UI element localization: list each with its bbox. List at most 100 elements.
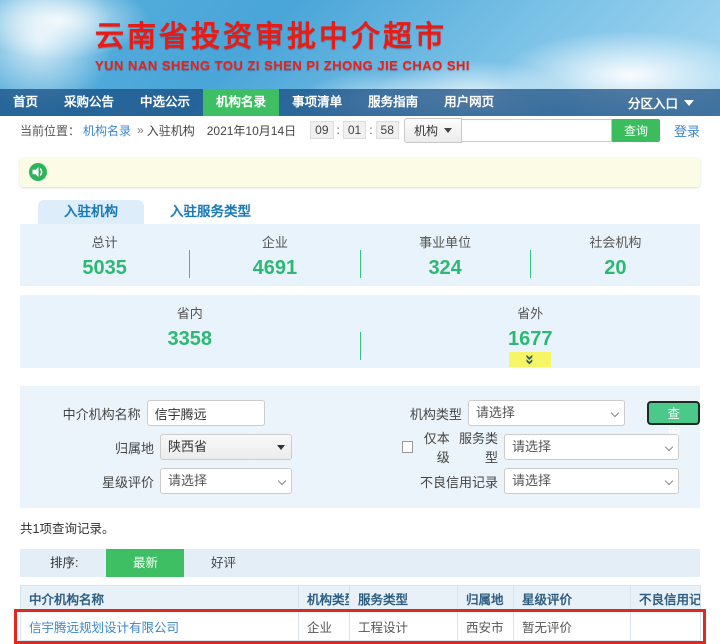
chevron-down-icon xyxy=(277,476,287,486)
chevron-down-icon xyxy=(684,99,694,106)
nav-item-item-list[interactable]: 事项清单 xyxy=(279,89,355,116)
table-row: 信宇腾远规划设计有限公司 企业 工程设计 西安市 暂无评价 xyxy=(20,611,701,641)
filter-row-1: 中介机构名称 机构类型 请选择 查询 xyxy=(20,396,700,440)
site-title: 云南省投资审批中介超市 xyxy=(95,21,448,53)
results-table-wrap: 中介机构名称 机构类型 服务类型 归属地 星级评价 不良信用记录 信宇腾远规划设… xyxy=(14,585,706,644)
results-table: 中介机构名称 机构类型 服务类型 归属地 星级评价 不良信用记录 信宇腾远规划设… xyxy=(20,585,701,641)
chevron-down-icon xyxy=(443,127,452,133)
masthead: 云南省投资审批中介超市 YUN NAN SHENG TOU ZI SHEN PI… xyxy=(0,0,720,73)
filter-query-button[interactable]: 查询 xyxy=(647,401,700,440)
stat-label: 省外 xyxy=(517,306,544,321)
sort-bar: 排序: 最新 好评 xyxy=(20,549,700,577)
nav-item-service-guide[interactable]: 服务指南 xyxy=(355,89,431,116)
stat-value: 5035 xyxy=(82,257,127,279)
zone-entry-label: 分区入口 xyxy=(627,97,678,111)
search-category-dropdown[interactable]: 机构 xyxy=(403,117,462,143)
region-label: 归属地 xyxy=(114,440,154,456)
cell-credit-record xyxy=(630,611,701,641)
clock-hours: 09 xyxy=(310,121,334,139)
service-type-label: 服务类型 xyxy=(458,431,498,465)
only-local-checkbox[interactable] xyxy=(401,441,413,453)
nav-item-home[interactable]: 首页 xyxy=(0,89,51,116)
stats-tabs: 入驻机构 入驻服务类型 xyxy=(20,200,700,224)
service-type-label-group: 仅本级 服务类型 xyxy=(401,428,504,466)
stat-label: 省内 xyxy=(176,306,203,321)
cell-region: 西安市 xyxy=(457,611,514,641)
col-header-region: 归属地 xyxy=(457,585,514,612)
org-type-label: 机构类型 xyxy=(409,406,462,422)
top-search-input[interactable] xyxy=(461,118,612,142)
stat-label: 社会机构 xyxy=(589,235,642,250)
breadcrumb-prefix: 当前位置： xyxy=(20,123,81,138)
filter-row-2: 归属地 陕西省 仅本级 服务类型 请选择 xyxy=(20,428,700,466)
region-select[interactable]: 陕西省 xyxy=(160,434,292,460)
speaker-icon[interactable] xyxy=(28,162,48,182)
clock-seconds: 58 xyxy=(375,121,399,139)
stat-value: 20 xyxy=(604,257,627,279)
stat-value: 4691 xyxy=(252,257,298,279)
org-link[interactable]: 信宇腾远规划设计有限公司 xyxy=(29,621,179,635)
stats-panel-primary: 总计 5035 企业 4691 事业单位 324 社会机构 20 xyxy=(20,224,700,286)
sort-option-newest[interactable]: 最新 xyxy=(106,549,185,577)
star-rating-select[interactable]: 请选择 xyxy=(160,468,292,494)
only-local-label: 仅本级 xyxy=(423,431,450,465)
stat-enterprise: 企业 4691 xyxy=(190,224,359,286)
org-name-label: 中介机构名称 xyxy=(62,406,141,422)
nav-item-selection-publicity[interactable]: 中选公示 xyxy=(127,89,203,116)
col-header-star-rating: 星级评价 xyxy=(513,585,631,612)
breadcrumb-current: 入驻机构 xyxy=(146,123,195,138)
site-subtitle: YUN NAN SHENG TOU ZI SHEN PI ZHONG JIE C… xyxy=(95,58,471,73)
announcement-bar xyxy=(20,157,700,187)
filter-panel: 中介机构名称 机构类型 请选择 查询 归属地 陕西省 xyxy=(20,386,700,508)
clock-minutes: 01 xyxy=(342,121,367,139)
main-nav: 首页 采购公告 中选公示 机构名录 事项清单 服务指南 用户网页 分区入口 xyxy=(0,89,720,116)
org-name-input[interactable] xyxy=(146,400,266,426)
tab-registered-service-types[interactable]: 入驻服务类型 xyxy=(144,200,277,224)
breadcrumb-separator: » xyxy=(137,123,144,137)
service-type-select[interactable]: 请选择 xyxy=(504,434,679,460)
stat-label: 总计 xyxy=(91,235,118,250)
col-header-org-type: 机构类型 xyxy=(298,585,350,612)
search-category-label: 机构 xyxy=(413,123,438,138)
expand-toggle[interactable] xyxy=(509,352,551,367)
stats-panel-region: 省内 3358 省外 1677 xyxy=(20,295,700,368)
star-rating-label: 星级评价 xyxy=(101,474,154,490)
breadcrumb-row: 当前位置： 机构名录 » 入驻机构 2021年10月14日 09 : 01 : … xyxy=(0,116,720,144)
service-type-value: 请选择 xyxy=(512,439,552,454)
tab-registered-orgs[interactable]: 入驻机构 xyxy=(38,200,144,224)
login-link[interactable]: 登录 xyxy=(674,121,700,140)
page: 云南省投资审批中介超市 YUN NAN SHENG TOU ZI SHEN PI… xyxy=(0,0,720,644)
content: 入驻机构 入驻服务类型 总计 5035 企业 4691 事业单位 324 社会机… xyxy=(0,157,720,644)
nav-item-procurement-notice[interactable]: 采购公告 xyxy=(51,89,127,116)
col-header-credit-record: 不良信用记录 xyxy=(630,585,701,612)
sort-option-best-rated[interactable]: 好评 xyxy=(184,549,262,577)
stat-in-province: 省内 3358 xyxy=(20,295,360,368)
credit-record-label: 不良信用记录 xyxy=(419,474,498,490)
cell-service-type: 工程设计 xyxy=(349,611,458,641)
col-header-service-type: 服务类型 xyxy=(349,585,458,612)
stat-value: 1677 xyxy=(508,328,553,350)
breadcrumb-link-directory[interactable]: 机构名录 xyxy=(83,122,131,139)
star-rating-value: 请选择 xyxy=(168,473,208,488)
region-value: 陕西省 xyxy=(168,439,208,454)
chevron-down-icon xyxy=(664,476,674,486)
stat-total: 总计 5035 xyxy=(20,224,189,286)
clock-colon: : xyxy=(336,123,340,137)
cell-org-type: 企业 xyxy=(298,611,350,641)
chevron-down-icon xyxy=(277,445,285,450)
top-search-query-button[interactable]: 查询 xyxy=(611,118,660,142)
current-date: 2021年10月14日 xyxy=(206,123,297,138)
result-count: 共1项查询记录。 xyxy=(20,522,115,536)
credit-record-select[interactable]: 请选择 xyxy=(504,468,679,494)
nav-item-org-directory[interactable]: 机构名录 xyxy=(203,89,280,116)
org-type-value: 请选择 xyxy=(475,405,515,420)
org-type-select[interactable]: 请选择 xyxy=(467,400,626,426)
filter-row-3: 星级评价 请选择 不良信用记录 请选择 xyxy=(20,464,700,498)
stat-value: 3358 xyxy=(167,328,213,350)
table-header-row: 中介机构名称 机构类型 服务类型 归属地 星级评价 不良信用记录 xyxy=(20,585,701,612)
zone-entry-dropdown[interactable]: 分区入口 xyxy=(602,89,720,116)
stat-public-institution: 事业单位 324 xyxy=(361,224,530,286)
stat-label: 企业 xyxy=(261,235,288,250)
top-search: 机构 查询 登录 xyxy=(403,117,700,143)
nav-item-user-page[interactable]: 用户网页 xyxy=(431,89,507,116)
